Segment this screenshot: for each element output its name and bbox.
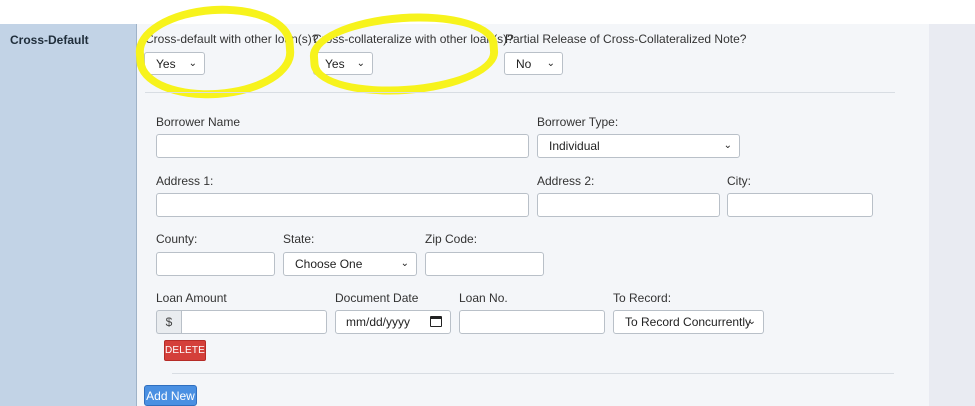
zip-input[interactable] [425, 252, 544, 276]
to-record-label: To Record: [613, 291, 672, 305]
loan-no-input[interactable] [459, 310, 605, 334]
document-date-label: Document Date [335, 291, 419, 305]
address1-label: Address 1: [156, 174, 214, 188]
borrower-name-input[interactable] [156, 134, 529, 158]
document-date-placeholder: mm/dd/yyyy [346, 315, 411, 329]
partial-release-select[interactable]: No ⌄ [504, 52, 563, 75]
calendar-icon[interactable] [430, 316, 442, 327]
document-date-input[interactable]: mm/dd/yyyy [335, 310, 451, 334]
partial-release-question: Partial Release of Cross-Collateralized … [505, 32, 747, 46]
section-label: Cross-Default [10, 33, 89, 47]
borrower-type-select[interactable]: Individual ⌄ [537, 134, 740, 158]
county-label: County: [156, 232, 198, 246]
state-select[interactable]: Choose One ⌄ [283, 252, 417, 276]
loan-amount-label: Loan Amount [156, 291, 227, 305]
section-divider [145, 92, 895, 93]
borrower-type-label: Borrower Type: [537, 115, 619, 129]
loan-no-label: Loan No. [459, 291, 508, 305]
county-input[interactable] [156, 252, 275, 276]
to-record-select[interactable]: To Record Concurrently ⌄ [613, 310, 764, 334]
chevron-down-icon: ⌄ [400, 257, 409, 269]
borrower-name-label: Borrower Name [156, 115, 241, 129]
delete-button[interactable]: DELETE [164, 340, 206, 361]
to-record-value: To Record Concurrently [625, 315, 752, 329]
state-label: State: [283, 232, 315, 246]
chevron-down-icon: ⌄ [546, 57, 555, 69]
partial-release-value: No [516, 56, 532, 71]
state-value: Choose One [295, 257, 363, 271]
row-divider [172, 373, 894, 374]
add-new-button[interactable]: Add New [144, 385, 197, 406]
currency-addon: $ [156, 310, 181, 334]
loan-amount-input[interactable] [181, 310, 327, 334]
chevron-down-icon: ⌄ [747, 315, 756, 327]
borrower-type-value: Individual [549, 139, 600, 153]
chevron-down-icon: ⌄ [723, 139, 732, 151]
address2-label: Address 2: [537, 174, 595, 188]
section-sidebar [0, 24, 137, 406]
city-input[interactable] [727, 193, 873, 217]
right-gutter [929, 24, 975, 406]
zip-label: Zip Code: [425, 232, 478, 246]
address1-input[interactable] [156, 193, 529, 217]
address2-input[interactable] [537, 193, 720, 217]
city-label: City: [727, 174, 751, 188]
